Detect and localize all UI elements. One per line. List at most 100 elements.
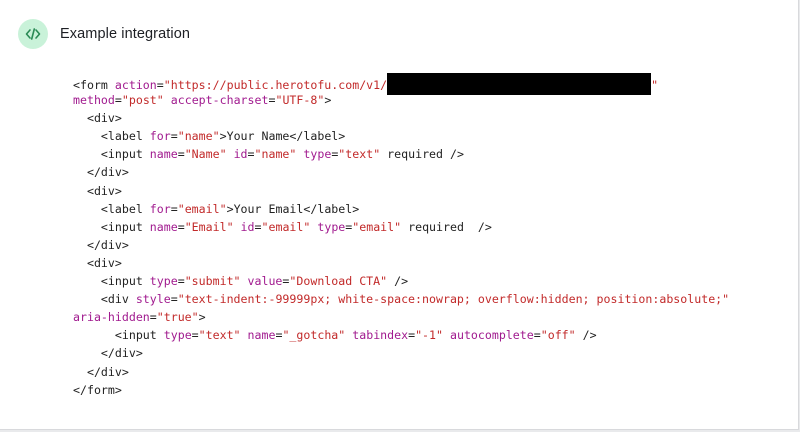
code-equals-token: = (191, 328, 199, 343)
code-attribute-token: name (149, 219, 178, 234)
code-line: <div style="text-indent:-99999px; white-… (73, 290, 729, 308)
code-string-token: "submit" (184, 274, 241, 289)
code-attribute-token: method (73, 93, 115, 108)
code-equals-token: = (177, 274, 185, 289)
code-attribute-token: id (240, 219, 255, 234)
code-string-token: "text-indent:-99999px; white-space:nowra… (177, 292, 730, 307)
code-string-token: "_gotcha" (282, 328, 346, 343)
code-string-token: "text" (338, 147, 381, 162)
code-attribute-token: type (149, 274, 178, 289)
code-line: <div> (73, 109, 729, 127)
code-tag-token: </label> (289, 129, 346, 144)
code-line: </form> (73, 381, 729, 399)
code-attribute-token: style (135, 292, 171, 307)
code-equals-token: = (114, 93, 122, 108)
code-attribute-token: name (247, 328, 276, 343)
code-tag-token: <input (73, 219, 150, 234)
redacted-block (387, 73, 652, 95)
code-equals-token: = (170, 292, 178, 307)
code-icon (25, 26, 41, 42)
code-attribute-token: autocomplete (449, 328, 534, 343)
code-line: <label for="name">Your Name</label> (73, 127, 729, 145)
code-string-token: " (651, 78, 659, 92)
code-line: <input name="Email" id="email" type="ema… (73, 218, 729, 236)
code-tag-token: /> (450, 147, 464, 162)
code-tag-token: </div> (73, 346, 143, 361)
code-tag-token: /> (582, 328, 597, 343)
code-tag-token: <input (73, 328, 164, 343)
code-icon-badge (18, 19, 48, 49)
code-tag-token: > (324, 93, 332, 108)
code-text-token: Your Email (233, 201, 304, 216)
code-string-token: "email" (352, 219, 402, 234)
code-attribute-token: accept-charset (170, 93, 269, 108)
code-tag-token: /> (477, 219, 492, 234)
code-line: <input type="submit" value="Download CTA… (73, 272, 729, 290)
code-line: <input type="text" name="_gotcha" tabind… (73, 326, 729, 344)
code-text-token: required (401, 219, 478, 234)
code-string-token: "true" (156, 310, 199, 325)
code-tag-token: > (198, 310, 206, 325)
code-line: </div> (73, 163, 729, 181)
code-tag-token: </form> (73, 382, 122, 397)
code-tag-token: > (226, 201, 234, 216)
integration-card: Example integration <form action="https:… (0, 0, 799, 430)
code-string-token: "post" (121, 93, 164, 108)
code-equals-token: = (156, 78, 164, 92)
code-attribute-token: aria-hidden (73, 310, 150, 325)
code-tag-token: <div (73, 292, 136, 307)
code-tag-token: <input (73, 274, 150, 289)
code-tag-token: </div> (73, 237, 129, 252)
code-tag-token: </div> (73, 364, 129, 379)
code-string-token: "text" (198, 328, 241, 343)
code-equals-token: = (177, 147, 185, 162)
code-tag-token: <div> (73, 111, 122, 126)
code-attribute-token: name (149, 147, 178, 162)
code-string-token: "email" (177, 201, 227, 216)
code-string-token: "Name" (184, 147, 227, 162)
code-tag-token: <form (73, 78, 115, 92)
code-tag-token: <div> (73, 255, 122, 270)
code-tag-token: /> (394, 274, 409, 289)
code-equals-token: = (254, 219, 262, 234)
code-string-token: "Email" (184, 219, 234, 234)
code-string-token: "Download CTA" (289, 274, 388, 289)
code-attribute-token: for (149, 129, 171, 144)
card-title: Example integration (60, 26, 191, 42)
code-line: <input name="Name" id="name" type="text"… (73, 145, 729, 163)
code-string-token: "-1" (415, 328, 443, 343)
code-line: </div> (73, 344, 729, 362)
code-line: </div> (73, 236, 729, 254)
code-snippet[interactable]: <form action="https://public.herotofu.co… (73, 73, 729, 399)
code-string-token: "UTF-8" (275, 93, 325, 108)
code-attribute-token: type (317, 219, 346, 234)
code-equals-token: = (247, 147, 255, 162)
code-equals-token: = (177, 219, 185, 234)
code-line: <div> (73, 182, 729, 200)
code-equals-token: = (533, 328, 541, 343)
code-attribute-token: value (247, 274, 283, 289)
code-text-token: required (380, 147, 450, 162)
code-attribute-token: action (114, 78, 157, 92)
code-attribute-token: id (233, 147, 248, 162)
code-line: <div> (73, 254, 729, 272)
code-attribute-token: tabindex (352, 328, 409, 343)
code-string-token: "email" (261, 219, 311, 234)
code-equals-token: = (170, 129, 178, 144)
code-line: </div> (73, 363, 729, 381)
code-text-token: Your Name (226, 129, 290, 144)
code-attribute-token: for (149, 201, 171, 216)
code-tag-token: <input (73, 147, 150, 162)
code-tag-token: </label> (303, 201, 360, 216)
code-string-token: "name" (177, 129, 220, 144)
code-line: <label for="email">Your Email</label> (73, 200, 729, 218)
code-line: aria-hidden="true"> (73, 308, 729, 326)
code-tag-token: <div> (73, 183, 122, 198)
code-equals-token: = (149, 310, 157, 325)
code-line: <form action="https://public.herotofu.co… (73, 73, 729, 95)
